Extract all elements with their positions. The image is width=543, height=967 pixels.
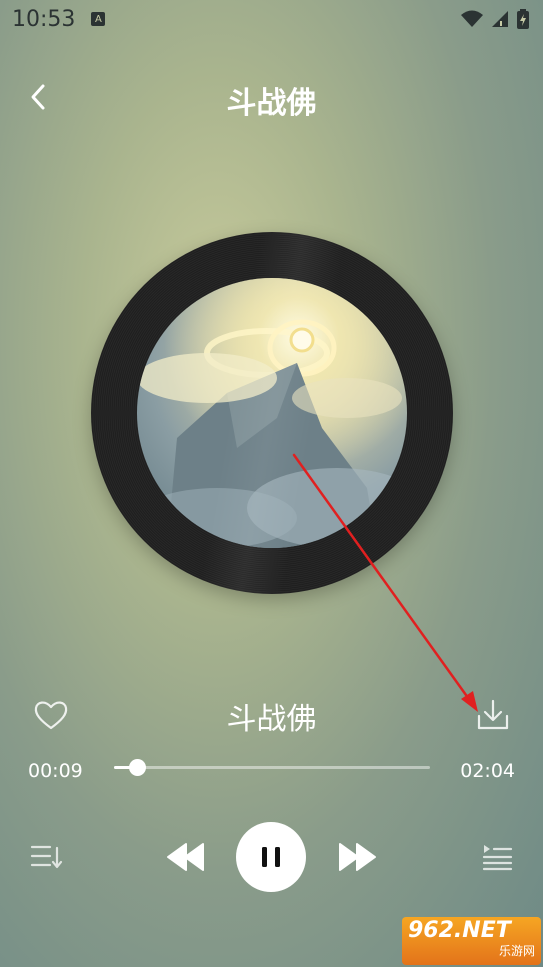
- vinyl-record[interactable]: [91, 232, 453, 594]
- battery-icon: [517, 9, 529, 29]
- progress-bar[interactable]: [114, 759, 430, 776]
- song-title: 斗战佛: [226, 702, 317, 737]
- watermark-logo: 962.NET 乐游网: [402, 917, 541, 965]
- playlist-button[interactable]: [30, 842, 64, 872]
- download-button[interactable]: [474, 696, 512, 734]
- current-time: 00:09: [28, 760, 83, 782]
- rewind-icon: [167, 843, 204, 871]
- playlist-icon: [30, 845, 63, 869]
- status-time: 10:53: [12, 6, 76, 32]
- queue-icon: [482, 845, 513, 871]
- watermark-sub: 乐游网: [498, 944, 535, 958]
- download-icon: [477, 699, 509, 730]
- song-info-row: 斗战佛: [0, 692, 543, 740]
- previous-button[interactable]: [166, 840, 206, 874]
- album-art: [137, 278, 407, 548]
- a-badge-icon: A: [91, 12, 106, 26]
- fast-forward-icon: [339, 843, 376, 871]
- wifi-icon: [461, 10, 483, 27]
- page-title: 斗战佛: [226, 86, 317, 121]
- playback-controls: [0, 820, 543, 892]
- queue-button[interactable]: [480, 842, 514, 872]
- total-time: 02:04: [460, 760, 515, 782]
- pause-button[interactable]: [236, 822, 306, 892]
- status-icons: [461, 9, 529, 29]
- pause-icon: [262, 847, 280, 867]
- next-button[interactable]: [337, 840, 377, 874]
- status-bar: 10:53 A: [0, 0, 543, 38]
- signal-icon: [492, 11, 508, 27]
- watermark-main: 962.NET: [408, 918, 511, 943]
- progress-thumb[interactable]: [129, 759, 147, 776]
